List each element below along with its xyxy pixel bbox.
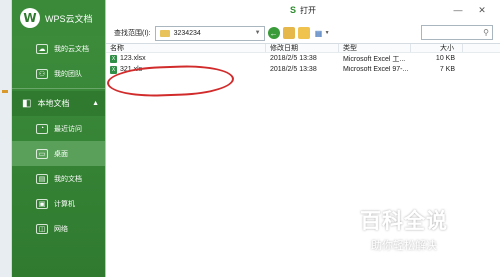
dialog-title: 打开 <box>300 5 316 15</box>
sidebar-item-label: 网络 <box>54 225 68 233</box>
cloud-doc-icon: ☁ <box>36 43 48 54</box>
wps-s-icon: S <box>289 5 296 15</box>
sidebar-item-label: 计算机 <box>54 200 75 208</box>
watermark-subtitle: 助你轻松解决 <box>371 240 437 252</box>
minimize-icon[interactable]: — <box>450 4 466 16</box>
sidebar-item-label: 我的云文档 <box>54 45 89 53</box>
sidebar-item-recent[interactable]: ◔ 最近访问 <box>12 116 105 141</box>
local-doc-icon: ◧ <box>22 98 32 109</box>
app-root: W WPS云文档 ☁ 我的云文档 ⚇ 我的团队 ◧ 本地文档 ▲ ◔ 最近访问 … <box>0 0 500 277</box>
file-name: 123.xlsx <box>120 55 146 62</box>
computer-icon: ▣ <box>36 198 48 209</box>
column-size-header[interactable]: 大小 <box>411 44 463 52</box>
file-list-header: 名称 修改日期 类型 大小 <box>106 43 500 53</box>
column-type-header[interactable]: 类型 <box>339 44 411 52</box>
file-type: Microsoft Excel 工... <box>343 55 406 63</box>
dialog-toolbar: 查找范围(I): 3234234 ▼ ← ▦ ▼ ⚲ <box>106 24 500 42</box>
column-name-header[interactable]: 名称 <box>106 44 266 52</box>
excel-file-icon: X <box>110 65 117 74</box>
sidebar-section-local-docs[interactable]: ◧ 本地文档 ▲ <box>12 91 105 116</box>
sidebar-item-network[interactable]: ◫ 网络 <box>12 216 105 241</box>
close-icon[interactable]: ✕ <box>474 4 490 16</box>
chevron-up-icon[interactable]: ▲ <box>92 100 99 107</box>
sidebar-item-computer[interactable]: ▣ 计算机 <box>12 191 105 216</box>
desktop-icon: ▭ <box>36 148 48 159</box>
sidebar: W WPS云文档 ☁ 我的云文档 ⚇ 我的团队 ◧ 本地文档 ▲ ◔ 最近访问 … <box>12 0 105 277</box>
sidebar-item-label: 最近访问 <box>54 125 82 133</box>
file-date: 2018/2/5 13:38 <box>270 55 317 62</box>
sidebar-item-my-docs[interactable]: ▤ 我的文档 <box>12 166 105 191</box>
file-date: 2018/2/5 13:38 <box>270 66 317 73</box>
look-in-value: 3234234 <box>173 29 201 37</box>
file-size: 10 KB <box>435 55 455 62</box>
sidebar-header: W WPS云文档 <box>12 0 105 36</box>
file-type: Microsoft Excel 97-... <box>343 66 409 73</box>
look-in-select[interactable]: 3234234 ▼ <box>154 25 265 41</box>
search-icon: ⚲ <box>483 28 489 37</box>
sidebar-item-my-team[interactable]: ⚇ 我的团队 <box>12 61 105 86</box>
sidebar-divider <box>12 88 105 89</box>
sidebar-item-label: 桌面 <box>54 150 68 158</box>
search-input[interactable]: ⚲ <box>421 25 493 40</box>
watermark-title: 百科全说 <box>360 210 448 233</box>
up-folder-icon[interactable] <box>282 27 295 39</box>
edge-marker <box>2 90 8 93</box>
column-date-header[interactable]: 修改日期 <box>266 44 339 52</box>
left-edge-strip <box>0 0 12 277</box>
network-icon: ◫ <box>36 223 48 234</box>
view-menu-icon[interactable]: ▦ <box>313 27 325 39</box>
sidebar-item-label: 我的文档 <box>54 175 82 183</box>
brand-name: WPS云文档 <box>45 13 93 24</box>
sidebar-item-my-cloud-docs[interactable]: ☁ 我的云文档 <box>12 36 105 61</box>
sidebar-item-label: 我的团队 <box>54 70 82 78</box>
sidebar-section-label: 本地文档 <box>37 99 70 108</box>
chevron-down-icon: ▼ <box>254 30 261 36</box>
back-icon[interactable]: ← <box>267 27 280 39</box>
table-row[interactable]: X 123.xlsx 2018/2/5 13:38 Microsoft Exce… <box>106 53 500 64</box>
new-folder-icon[interactable] <box>297 27 310 39</box>
look-in-label: 查找范围(I): <box>114 30 151 37</box>
my-docs-icon: ▤ <box>36 173 48 184</box>
dialog-titlebar: S 打开 — ✕ <box>106 0 500 20</box>
team-icon: ⚇ <box>36 68 48 79</box>
watermark: 百科全说 助你轻松解决 <box>360 205 448 253</box>
file-size: 7 KB <box>439 66 455 73</box>
recent-icon: ◔ <box>36 123 48 134</box>
excel-file-icon: X <box>110 54 117 63</box>
wps-logo-icon: W <box>20 8 40 28</box>
folder-icon <box>159 29 170 37</box>
sidebar-item-desktop[interactable]: ▭ 桌面 <box>12 141 105 166</box>
view-dropdown-icon[interactable]: ▼ <box>325 30 330 36</box>
